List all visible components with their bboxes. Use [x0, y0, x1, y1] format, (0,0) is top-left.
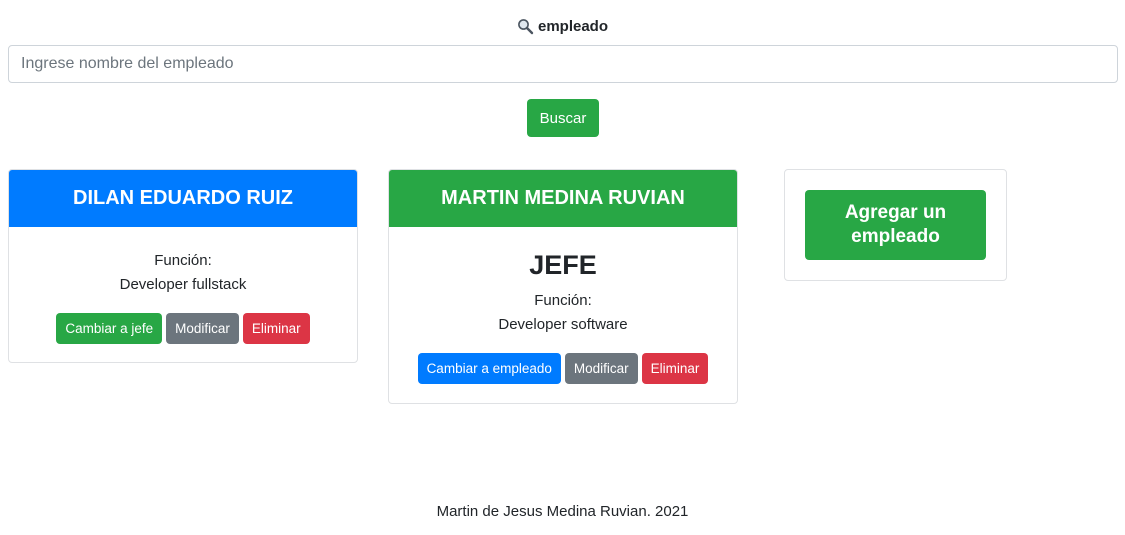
search-button[interactable]: Buscar [527, 99, 599, 137]
modify-button[interactable]: Modificar [564, 353, 638, 384]
role-badge: JEFE [529, 250, 597, 280]
employee-card: MARTIN MEDINA RUVIAN JEFE Función: Devel… [388, 169, 738, 404]
search-section-title: empleado [0, 18, 1125, 35]
employee-name: DILAN EDUARDO RUIZ [73, 187, 293, 209]
employee-card-header: MARTIN MEDINA RUVIAN [389, 170, 737, 227]
employee-card-body: Función: Developer fullstack Cambiar a j… [9, 227, 357, 344]
make-employee-button[interactable]: Cambiar a empleado [417, 353, 561, 384]
add-employee-button[interactable]: Agregar un empleado [805, 190, 986, 260]
function-value: Developer fullstack [119, 276, 247, 293]
add-employee-card: Agregar un empleado [784, 169, 1007, 281]
footer-text: Martin de Jesus Medina Ruvian. 2021 [436, 503, 689, 520]
function-label: Función: [154, 252, 212, 269]
modify-button[interactable]: Modificar [166, 313, 239, 344]
employee-search-input[interactable] [8, 45, 1118, 83]
magnifier-icon [517, 18, 534, 35]
employee-actions: Cambiar a empleado Modificar Eliminar [389, 353, 737, 384]
employee-actions: Cambiar a jefe Modificar Eliminar [9, 313, 357, 344]
function-label: Función: [534, 292, 592, 309]
employee-card: DILAN EDUARDO RUIZ Función: Developer fu… [8, 169, 358, 363]
employee-card-body: JEFE Función: Developer software Cambiar… [389, 249, 737, 384]
delete-button[interactable]: Eliminar [242, 313, 310, 344]
employee-name: MARTIN MEDINA RUVIAN [441, 187, 685, 209]
delete-button[interactable]: Eliminar [641, 353, 709, 384]
make-boss-button[interactable]: Cambiar a jefe [56, 313, 163, 344]
employee-card-header: DILAN EDUARDO RUIZ [9, 170, 357, 227]
function-value: Developer software [498, 316, 628, 333]
search-title-label: empleado [537, 18, 609, 35]
